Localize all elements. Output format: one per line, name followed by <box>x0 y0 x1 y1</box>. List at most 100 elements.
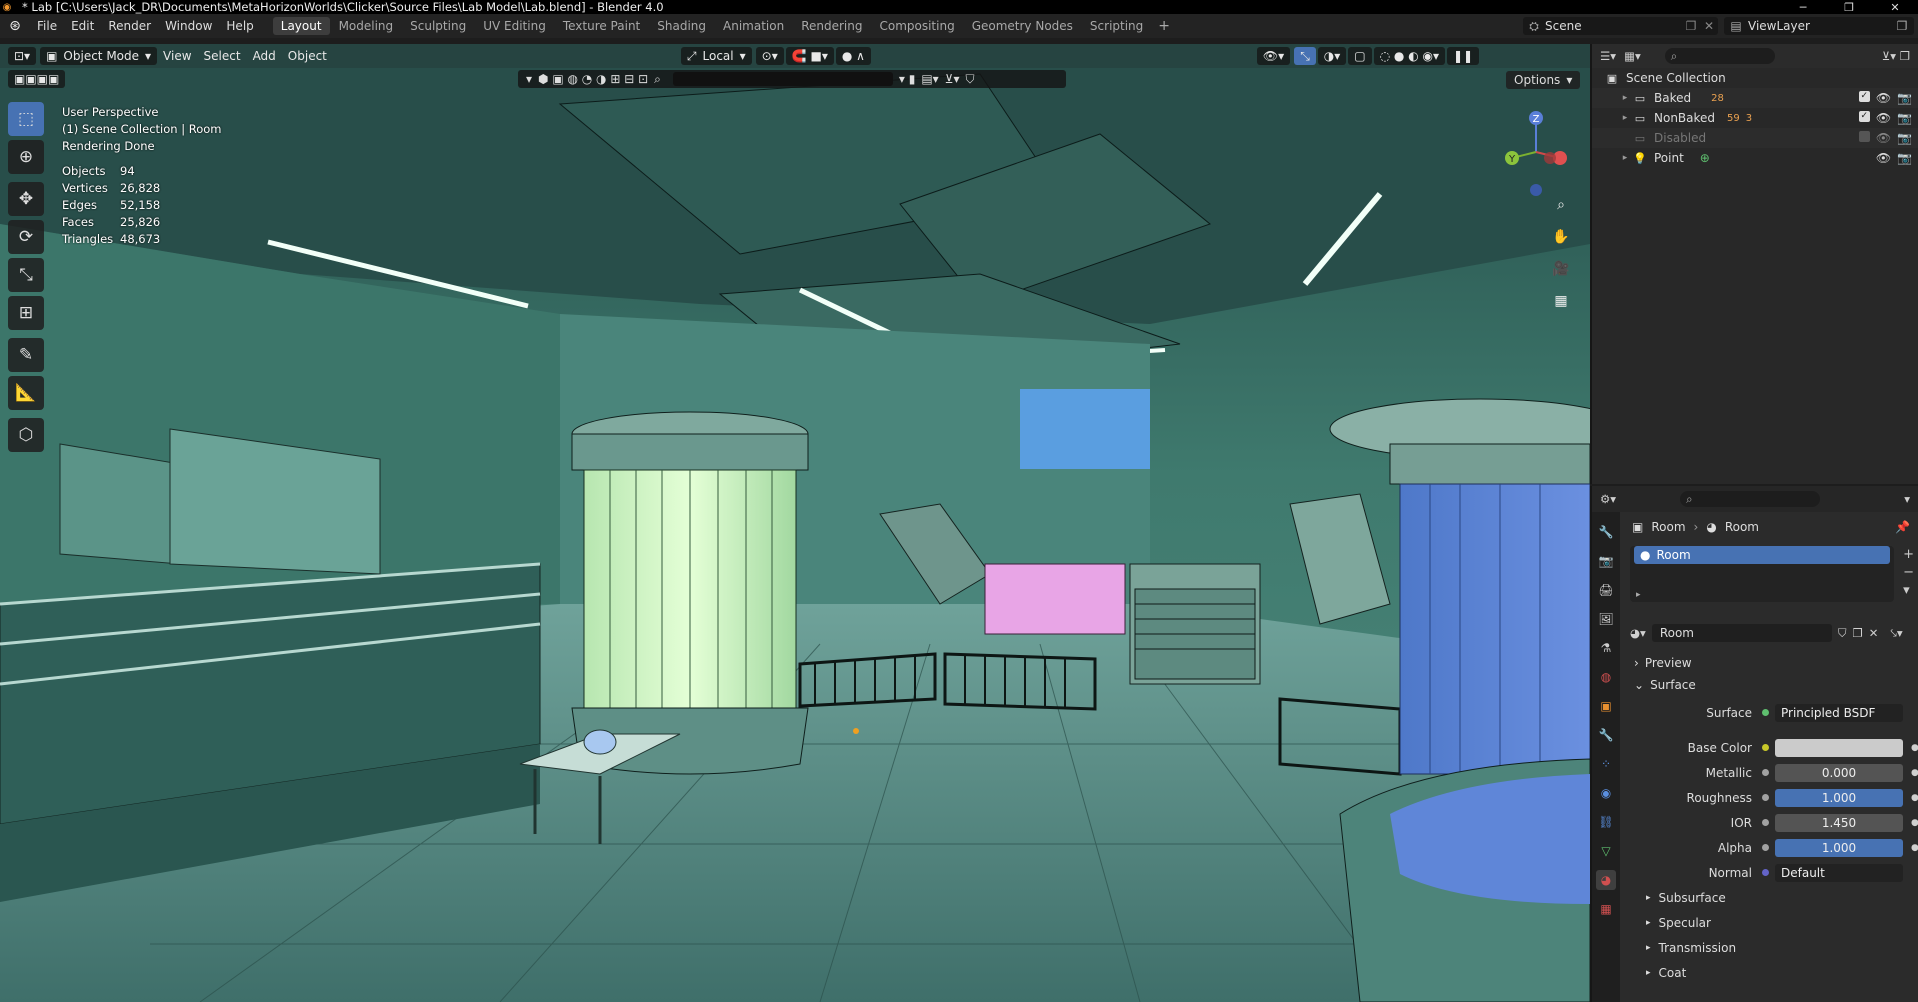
outliner-item-baked[interactable]: ▸ ▭ Baked 28 ✓ 👁 📷 <box>1592 88 1918 108</box>
eye-icon[interactable]: 👁 <box>1876 91 1891 105</box>
outliner-editor-icon[interactable]: ☰▾ <box>1600 49 1616 63</box>
transform-tool-icon[interactable]: ⊞ <box>8 296 44 330</box>
tab-geometry-nodes[interactable]: Geometry Nodes <box>964 17 1081 35</box>
rotate-tool-icon[interactable]: ⟳ <box>8 220 44 254</box>
proportional-edit-icon[interactable]: ● ∧ <box>835 47 871 65</box>
chevron-down-icon[interactable]: ▾ <box>1904 492 1910 506</box>
tab-rendering[interactable]: Rendering <box>793 17 870 35</box>
slot-add-remove-icons[interactable]: + − ▾ <box>1903 546 1914 600</box>
pivot-point-icon[interactable]: ⊙▾ <box>755 47 784 65</box>
overlays-icon[interactable]: ◑▾ <box>1317 47 1347 65</box>
close-button[interactable]: ✕ <box>1872 0 1918 14</box>
display-mode-icon[interactable]: ▦▾ <box>1624 49 1641 63</box>
keyframe-dot-icon[interactable]: ● <box>1911 743 1918 753</box>
menu-help[interactable]: Help <box>219 19 260 33</box>
expand-icon[interactable]: ▸ <box>1636 590 1641 600</box>
menu-add[interactable]: Add <box>247 47 282 65</box>
menu-edit[interactable]: Edit <box>64 19 101 33</box>
pan-hand-icon[interactable]: ✋ <box>1550 226 1572 248</box>
annotate-tool-icon[interactable]: ✎ <box>8 338 44 372</box>
zoom-icon[interactable]: ⌕ <box>1550 194 1572 216</box>
fake-user-shield-icon[interactable]: ⛉ <box>1838 626 1847 641</box>
keyframe-dot-icon[interactable]: ● <box>1911 768 1918 778</box>
surface-shader-value[interactable]: Principled BSDF <box>1775 703 1903 722</box>
add-cube-tool-icon[interactable]: ⬡ <box>8 418 44 452</box>
exclude-checkbox[interactable] <box>1858 131 1870 142</box>
view-layer-selector[interactable]: ▤ ViewLayer ❐ <box>1724 17 1914 35</box>
metallic-slider[interactable]: 0.000 <box>1775 763 1903 782</box>
light-data-icon[interactable]: ⊕ <box>1700 151 1710 165</box>
tab-modeling[interactable]: Modeling <box>331 17 402 35</box>
keyframe-dot-icon[interactable]: ● <box>1911 818 1918 828</box>
particles-tab-icon[interactable]: ⁘ <box>1596 754 1616 774</box>
tab-texture-paint[interactable]: Texture Paint <box>555 17 648 35</box>
scene-tab-icon[interactable]: ⚗ <box>1596 638 1616 658</box>
tab-shading[interactable]: Shading <box>649 17 714 35</box>
exclude-checkbox[interactable]: ✓ <box>1858 91 1870 102</box>
surface-panel-header[interactable]: ⌄ Surface <box>1622 674 1918 696</box>
viewport-search-input[interactable] <box>672 72 893 86</box>
browse-material-icon[interactable]: ◕▾ <box>1630 626 1646 640</box>
camera-view-icon[interactable]: 🎥 <box>1550 258 1572 280</box>
world-tab-icon[interactable]: ◍ <box>1596 667 1616 687</box>
filter-chevron-icon[interactable]: ▾ <box>526 72 532 86</box>
eye-icon[interactable]: 👁 <box>1876 111 1891 125</box>
options-button[interactable]: Options ▾ <box>1506 71 1581 89</box>
physics-tab-icon[interactable]: ◉ <box>1596 783 1616 803</box>
tab-scripting[interactable]: Scripting <box>1082 17 1151 35</box>
tab-sculpting[interactable]: Sculpting <box>402 17 474 35</box>
ior-slider[interactable]: 1.450 <box>1775 813 1903 832</box>
eye-icon[interactable]: 👁 <box>1876 151 1891 165</box>
menu-view[interactable]: View <box>157 47 197 65</box>
material-slot-list[interactable]: ● Room ▸ + − ▾ <box>1630 546 1914 602</box>
subpanel-specular[interactable]: ▸ Specular <box>1622 910 1918 935</box>
tab-layout[interactable]: Layout <box>272 17 330 35</box>
blender-logo-icon[interactable]: ⊛ <box>0 18 30 34</box>
constraints-tab-icon[interactable]: ⛓ <box>1596 812 1616 832</box>
tab-compositing[interactable]: Compositing <box>871 17 962 35</box>
base-color-swatch[interactable] <box>1775 738 1903 757</box>
tab-uv-editing[interactable]: UV Editing <box>475 17 554 35</box>
view-options-icon[interactable]: ▤▾ <box>921 72 938 86</box>
camera-icon[interactable]: 📷 <box>1897 111 1912 125</box>
preview-panel-header[interactable]: › Preview <box>1622 652 1918 674</box>
navigation-gizmo[interactable]: Z Y <box>1498 104 1574 200</box>
expand-icon[interactable]: ▸ <box>1618 113 1632 123</box>
select-box-tool-icon[interactable]: ⬚ <box>8 102 44 136</box>
output-tab-icon[interactable]: 🖨 <box>1596 580 1616 600</box>
snap-icon[interactable]: 🧲 ■▾ <box>785 47 834 65</box>
shading-modes-icon[interactable]: ◌ ● ◐ ◉▾ <box>1373 47 1445 65</box>
duplicate-material-icon[interactable]: ❐ <box>1852 626 1862 640</box>
expand-icon[interactable]: ▸ <box>1618 93 1632 103</box>
mesh-data-tab-icon[interactable]: ▽ <box>1596 841 1616 861</box>
object-tab-icon[interactable]: ▣ <box>1596 696 1616 716</box>
keyframe-dot-icon[interactable]: ● <box>1911 793 1918 803</box>
3d-viewport[interactable]: ⊡▾ ▣ Object Mode ▾ View Select Add Objec… <box>0 44 1590 1002</box>
tool-tab-icon[interactable]: 🔧 <box>1596 522 1616 542</box>
new-view-layer-icon[interactable]: ❐ <box>1890 19 1914 33</box>
expand-icon[interactable]: ▸ <box>1618 153 1632 163</box>
minimize-button[interactable]: ─ <box>1780 0 1826 14</box>
grid-view-icon[interactable]: ▦ <box>1550 290 1572 312</box>
material-slot-row[interactable]: ● Room <box>1634 546 1890 564</box>
scene-name[interactable]: Scene <box>1545 19 1682 33</box>
alpha-slider[interactable]: 1.000 <box>1775 838 1903 857</box>
outliner-item-point[interactable]: ▸ 💡 Point ⊕ 👁 📷 <box>1592 148 1918 168</box>
cursor-tool-icon[interactable]: ⊕ <box>8 140 44 174</box>
new-scene-icon[interactable]: ❐ <box>1682 19 1700 33</box>
filter-icon[interactable]: ⊻▾ ❐ <box>1882 49 1910 63</box>
scale-tool-icon[interactable]: ⤡ <box>8 258 44 292</box>
tab-animation[interactable]: Animation <box>715 17 792 35</box>
gizmo-toggle-icon[interactable]: ⤡ <box>1294 47 1316 65</box>
select-mode-icons[interactable]: ▣▣▣▣ <box>8 70 66 88</box>
material-name-field[interactable]: Room <box>1651 624 1832 642</box>
subpanel-subsurface[interactable]: ▸ Subsurface <box>1622 885 1918 910</box>
delete-scene-icon[interactable]: ✕ <box>1700 19 1718 33</box>
material-tab-icon[interactable]: ◕ <box>1596 870 1616 890</box>
bookmark-icon[interactable]: ▾ ▮ <box>899 72 915 86</box>
outliner-search-input[interactable]: ⌕ <box>1664 48 1775 64</box>
properties-editor-icon[interactable]: ⚙▾ <box>1600 492 1616 506</box>
material-link-icon[interactable]: ⤥▾ <box>1890 626 1902 641</box>
object-mode-dropdown[interactable]: ▣ Object Mode ▾ <box>40 47 158 65</box>
exclude-checkbox[interactable]: ✓ <box>1858 111 1870 122</box>
